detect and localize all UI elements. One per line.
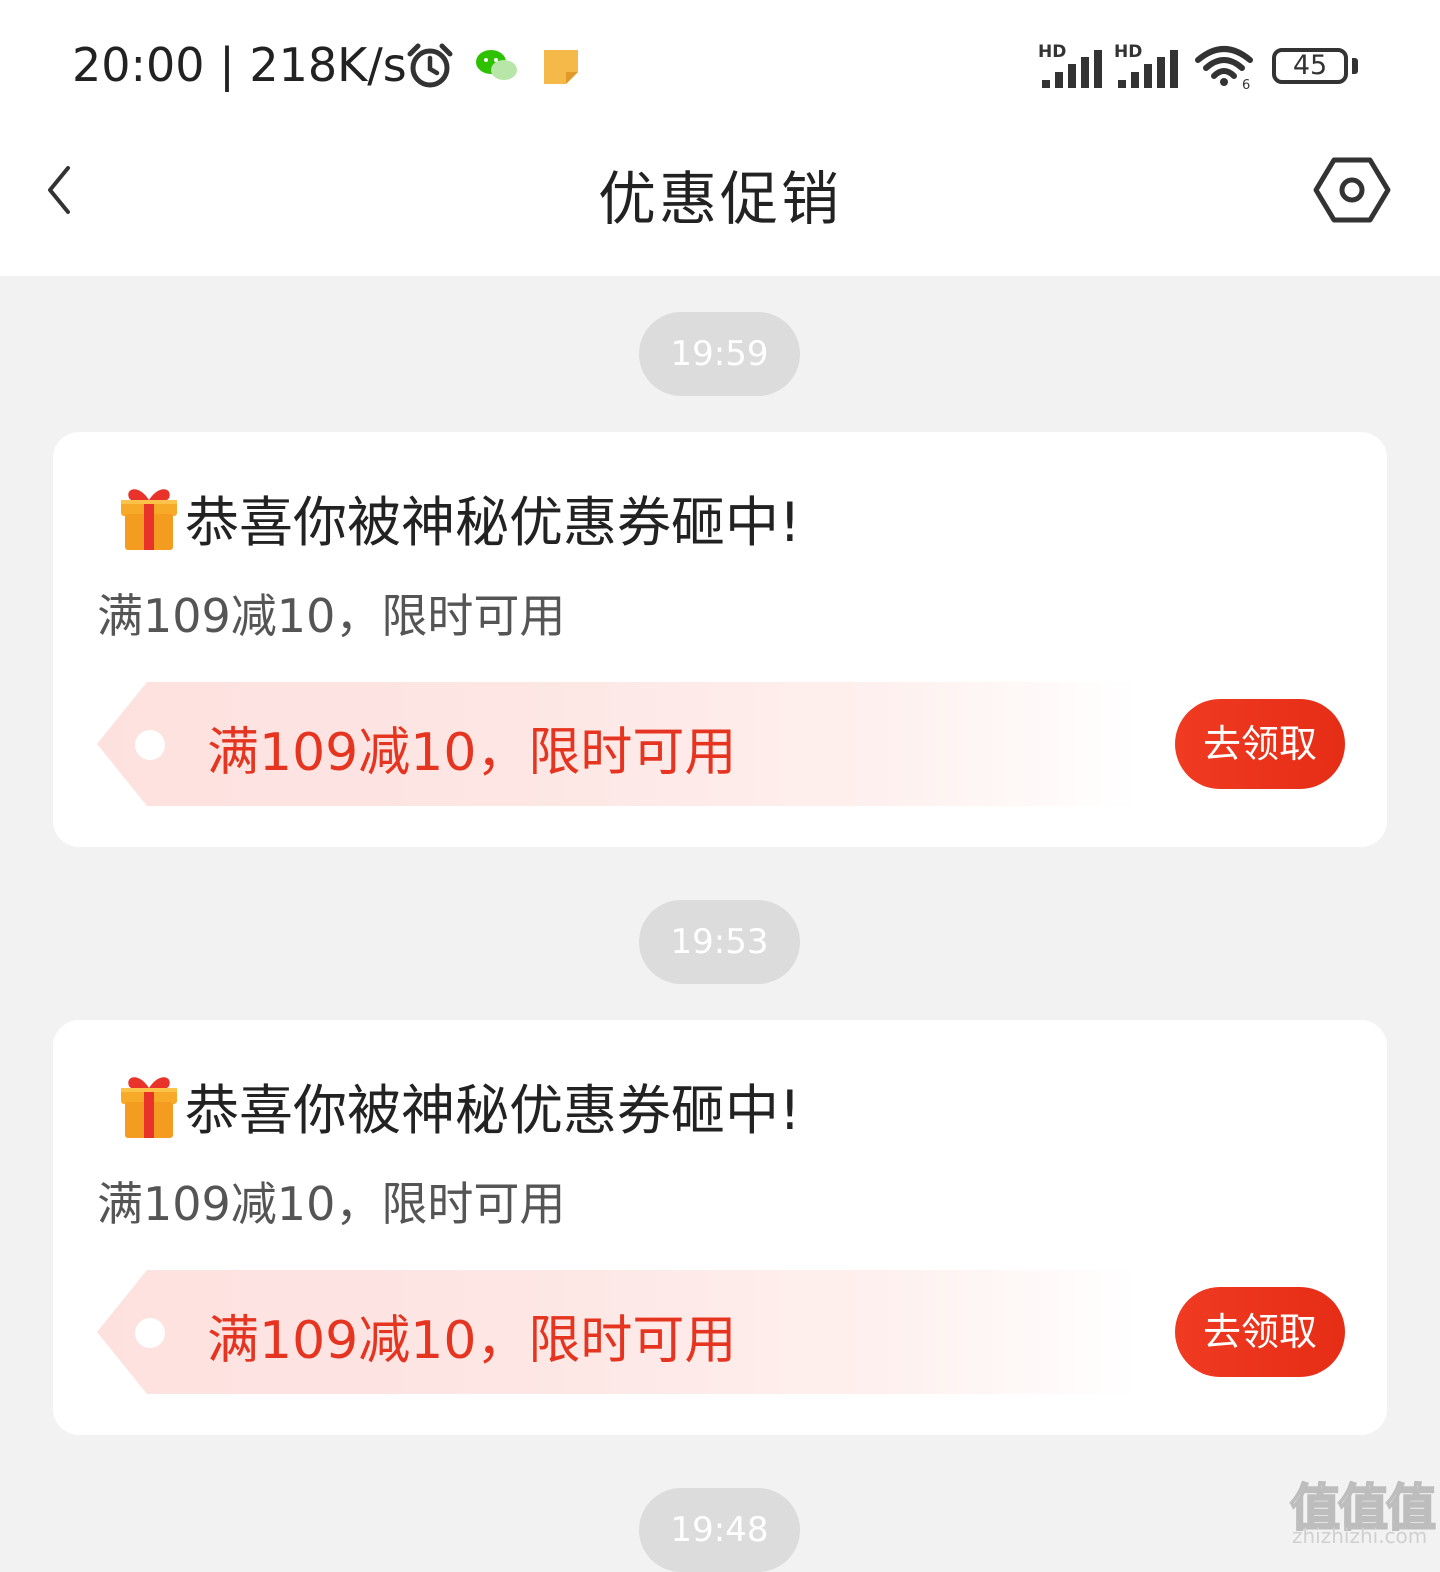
battery-icon: 45 [1272, 48, 1348, 84]
card-title-text: 恭喜你被神秘优惠券砸中! [185, 1079, 801, 1142]
battery-tip [1352, 58, 1358, 74]
gift-icon [121, 1076, 177, 1138]
header-bar: 优惠促销 [0, 130, 1440, 276]
wechat-icon [476, 50, 517, 80]
coupon-text: 满109减10，限时可用 [207, 723, 737, 783]
status-time-and-speed: 20:00 | 218K/s [72, 38, 407, 92]
watermark: 值值值 zhizhizhi.com [1289, 1468, 1440, 1553]
status-bar: 20:00 | 218K/s HD HD 6 45 [0, 0, 1440, 130]
gift-icon [121, 488, 177, 550]
status-net-speed: 218K/s [249, 38, 407, 92]
timestamp-pill: 19:53 [639, 900, 800, 984]
note-icon [544, 50, 578, 84]
watermark-url: zhizhizhi.com [1292, 1524, 1428, 1548]
coupon-tag[interactable]: 满109减10，限时可用 [97, 1270, 1137, 1394]
claim-button[interactable]: 去领取 [1175, 699, 1345, 789]
card-title-text: 恭喜你被神秘优惠券砸中! [185, 491, 801, 554]
status-separator: | [219, 38, 235, 92]
coupon-tag[interactable]: 满109减10，限时可用 [97, 682, 1137, 806]
card-title: 恭喜你被神秘优惠券砸中! [115, 1066, 801, 1145]
promo-card: 恭喜你被神秘优惠券砸中! 满109减10，限时可用 满109减10，限时可用 去… [53, 432, 1387, 847]
coupon-hole [135, 730, 165, 760]
signal-icon: HD [1114, 42, 1180, 88]
signal-icon: HD [1038, 42, 1104, 88]
card-title: 恭喜你被神秘优惠券砸中! [115, 478, 801, 557]
svg-text:6: 6 [1242, 78, 1250, 90]
card-subtitle: 满109减10，限时可用 [97, 1177, 566, 1231]
coupon-text: 满109减10，限时可用 [207, 1311, 737, 1371]
timestamp-pill: 19:48 [639, 1488, 800, 1572]
promo-card: 恭喜你被神秘优惠券砸中! 满109减10，限时可用 满109减10，限时可用 去… [53, 1020, 1387, 1435]
status-time: 20:00 [72, 38, 205, 92]
wifi-icon: 6 [1195, 46, 1253, 90]
alarm-icon [407, 43, 453, 88]
card-subtitle: 满109减10，限时可用 [97, 589, 566, 643]
page-title: 优惠促销 [597, 165, 842, 233]
claim-button[interactable]: 去领取 [1175, 1287, 1345, 1377]
settings-icon[interactable] [1312, 154, 1392, 226]
coupon-hole [135, 1318, 165, 1348]
timestamp-pill: 19:59 [639, 312, 800, 396]
